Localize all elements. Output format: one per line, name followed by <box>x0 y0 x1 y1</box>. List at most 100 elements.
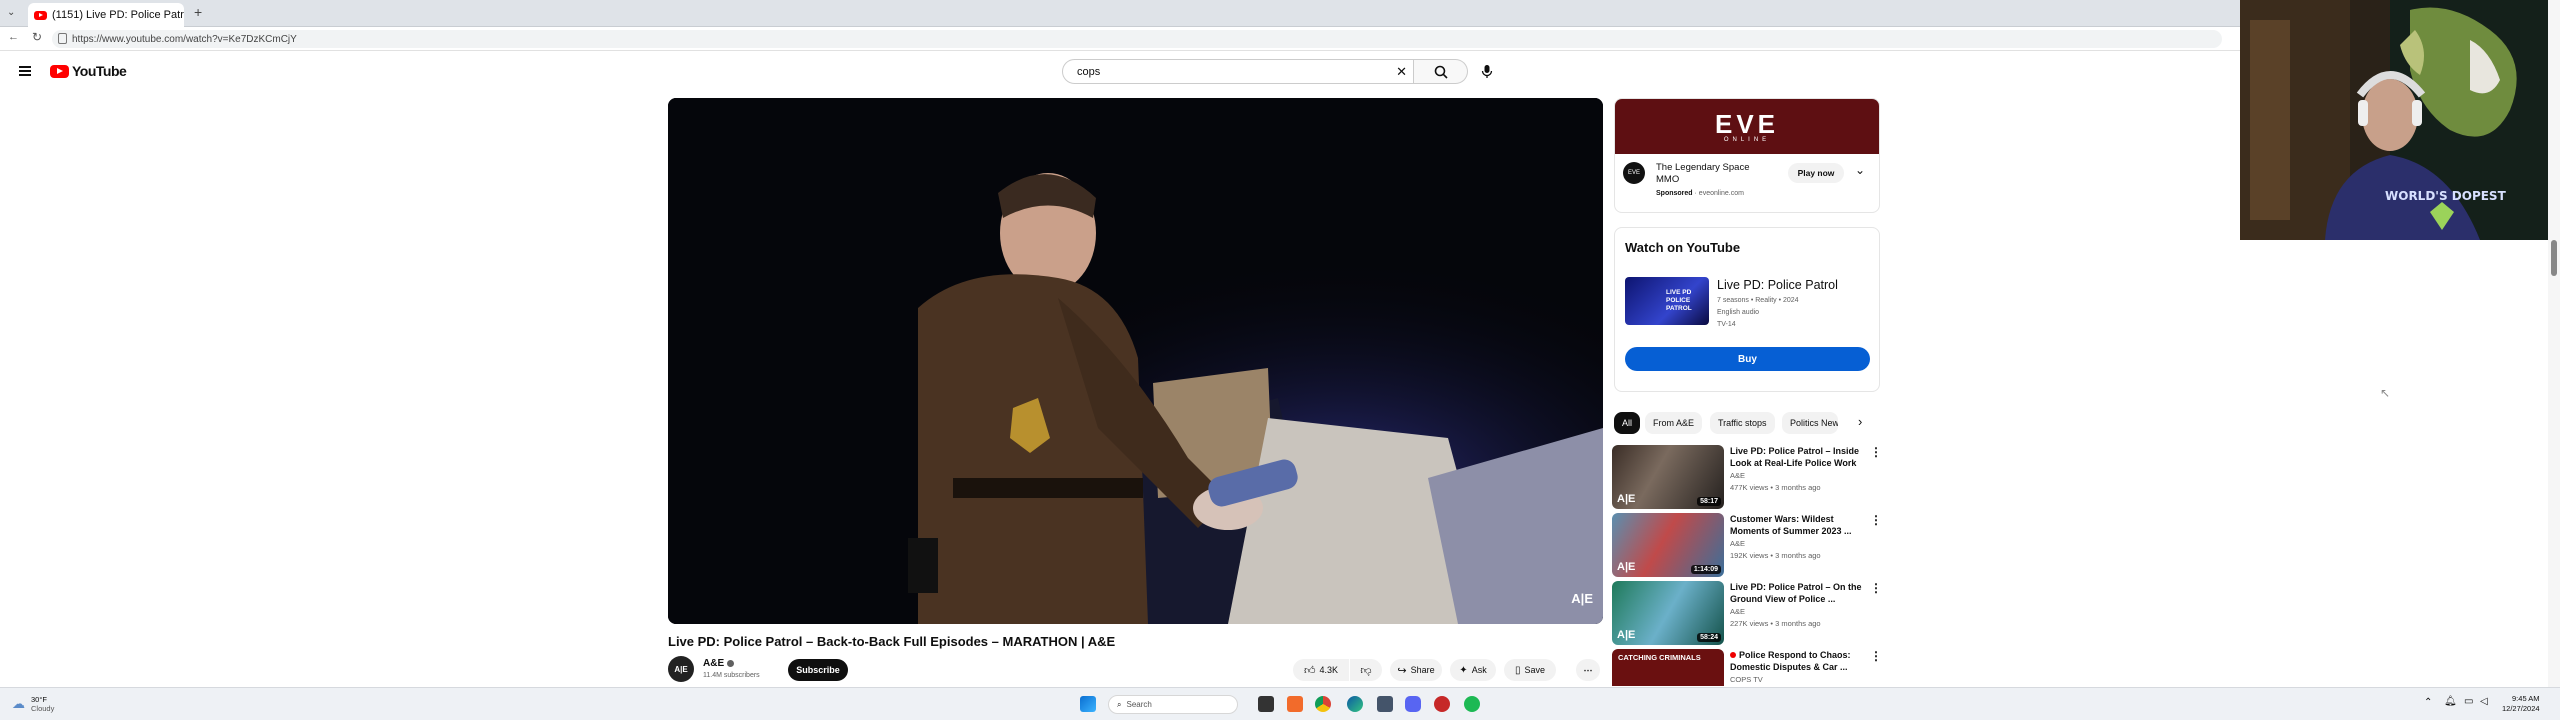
recommendation-channel: COPS TV <box>1730 675 1763 684</box>
recommendation-thumbnail[interactable]: CATCHING CRIMINALS <box>1612 649 1724 686</box>
verified-icon <box>726 659 734 667</box>
weather-widget[interactable]: ☁ 30°F Cloudy <box>12 695 54 713</box>
webcam-image: WORLD'S DOPEST <box>2240 0 2560 240</box>
bookmark-icon: ▯ <box>1514 664 1521 676</box>
video-player[interactable]: A|E <box>668 98 1603 624</box>
menu-icon[interactable] <box>19 66 31 76</box>
video-frame <box>668 98 1603 624</box>
share-button[interactable]: ↪ Share <box>1390 659 1442 681</box>
chip-traffic-stops[interactable]: Traffic stops <box>1710 412 1775 434</box>
channel-name[interactable]: A&E <box>703 658 734 669</box>
search-query: cops <box>1077 65 1101 78</box>
ask-label: Ask <box>1471 665 1487 675</box>
more-vert-icon[interactable]: ⋮ <box>1870 650 1882 662</box>
recommendation-thumbnail[interactable]: A|E 58:17 <box>1612 445 1724 509</box>
taskbar-search[interactable]: ⌕ Search <box>1108 695 1238 714</box>
clear-search-icon[interactable]: ✕ <box>1396 64 1407 80</box>
ask-button[interactable]: ✦ Ask <box>1450 659 1496 681</box>
sponsored-ad[interactable]: EVE ONLINE EVE The Legendary Space MMO S… <box>1614 98 1880 213</box>
windows-taskbar: ☁ 30°F Cloudy ⌕ Search ⌃ 🔔︎ ▭ ◁ 9:45 AM … <box>0 687 2560 720</box>
tab-list-icon[interactable]: ⌄ <box>7 7 15 18</box>
search-input[interactable]: cops ✕ <box>1062 59 1414 84</box>
voice-search-button[interactable] <box>1474 59 1499 84</box>
ad-banner[interactable]: EVE ONLINE <box>1615 99 1879 154</box>
network-icon[interactable]: ▭ <box>2464 696 2473 707</box>
recommendation-meta: 192K views • 3 months ago <box>1730 551 1821 560</box>
recommendation-item[interactable]: A|E 1:14:09 Customer Wars: Wildest Momen… <box>1612 513 1884 579</box>
buy-button[interactable]: Buy <box>1625 347 1870 371</box>
show-audio: English audio <box>1717 309 1760 316</box>
like-button[interactable]: 👍︎ 4.3K <box>1293 659 1349 681</box>
recommendation-meta: 477K views • 3 months ago <box>1730 483 1821 492</box>
save-label: Save <box>1524 665 1546 675</box>
chip-from-ae[interactable]: From A&E <box>1645 412 1703 434</box>
discord-icon[interactable] <box>1405 696 1421 712</box>
chrome-icon[interactable] <box>1315 696 1331 712</box>
show-rating: TV-14 <box>1717 321 1736 328</box>
recommendation-title-text: Police Respond to Chaos: Domestic Disput… <box>1730 650 1851 672</box>
brave-icon[interactable] <box>1287 696 1303 712</box>
tray-overflow-icon[interactable]: ⌃ <box>2424 697 2432 708</box>
url-text: https://www.youtube.com/watch?v=Ke7DzKCm… <box>72 33 297 45</box>
volume-icon[interactable]: ◁ <box>2480 696 2488 707</box>
watch-on-youtube-card: Watch on YouTube LIVE PD POLICE PATROL L… <box>1614 227 1880 392</box>
recommendation-channel: A&E <box>1730 539 1746 548</box>
channel-avatar[interactable]: A|E <box>668 656 694 682</box>
play-now-button[interactable]: Play now <box>1788 163 1844 183</box>
scrollbar-thumb[interactable] <box>2551 240 2557 276</box>
show-thumbnail[interactable]: LIVE PD POLICE PATROL <box>1625 277 1709 325</box>
weather-desc: Cloudy <box>31 704 55 713</box>
browser-tab-active[interactable]: (1151) Live PD: Police Patrol - ✕ <box>28 3 184 27</box>
ad-title: The Legendary Space MMO <box>1656 162 1750 185</box>
page-scrollbar[interactable] <box>2548 0 2560 687</box>
browser-tab-bar: ⌄ (1151) Live PD: Police Patrol - ✕ + <box>0 0 2240 27</box>
notification-icon[interactable]: 🔔︎ <box>2444 696 2457 707</box>
share-icon: ↪ <box>1397 664 1407 677</box>
chip-politics-news[interactable]: Politics News <box>1782 412 1838 434</box>
recommendation-thumbnail[interactable]: A|E 58:24 <box>1612 581 1724 645</box>
chips-next-icon[interactable]: › <box>1858 414 1862 429</box>
webcam-overlay: WORLD'S DOPEST <box>2240 0 2560 240</box>
recommendation-thumbnail[interactable]: A|E 1:14:09 <box>1612 513 1724 577</box>
thumbnail-text: CATCHING CRIMINALS <box>1618 653 1701 662</box>
recommendation-meta: 227K views • 3 months ago <box>1730 619 1821 628</box>
edge-icon[interactable] <box>1347 696 1363 712</box>
back-icon[interactable]: ← <box>8 31 19 43</box>
app-icon[interactable] <box>1434 696 1450 712</box>
thumbnail-logo: A|E <box>1617 493 1636 505</box>
recommendation-item[interactable]: A|E 58:24 Live PD: Police Patrol – On th… <box>1612 581 1884 647</box>
recommendation-title: Customer Wars: Wildest Moments of Summer… <box>1730 514 1852 536</box>
chip-all[interactable]: All <box>1614 412 1641 434</box>
dislike-button[interactable]: 👎︎ <box>1350 659 1382 681</box>
more-vert-icon[interactable]: ⋮ <box>1870 446 1882 458</box>
save-button[interactable]: ▯ Save <box>1504 659 1556 681</box>
site-info-icon[interactable] <box>58 33 67 44</box>
duration-badge: 58:24 <box>1697 633 1721 642</box>
show-title[interactable]: Live PD: Police Patrol <box>1717 278 1838 292</box>
reload-icon[interactable]: ↻ <box>32 30 42 44</box>
recommendation-item[interactable]: A|E 58:17 Live PD: Police Patrol – Insid… <box>1612 445 1884 511</box>
svg-text:WORLD'S DOPEST: WORLD'S DOPEST <box>2385 189 2507 203</box>
start-icon[interactable] <box>1080 696 1096 712</box>
task-view-icon[interactable] <box>1258 696 1274 712</box>
recommendation-item[interactable]: CATCHING CRIMINALS Police Respond to Cha… <box>1612 649 1884 686</box>
ad-expand-icon[interactable]: ⌄ <box>1855 163 1865 177</box>
microphone-icon <box>1481 65 1492 78</box>
more-actions-button[interactable]: ⋯ <box>1576 659 1600 681</box>
mouse-cursor-icon: ↖ <box>2380 386 2391 400</box>
subscribe-button[interactable]: Subscribe <box>788 659 848 681</box>
spotify-icon[interactable] <box>1464 696 1480 712</box>
url-field[interactable]: https://www.youtube.com/watch?v=Ke7DzKCm… <box>52 30 2222 48</box>
cloud-icon: ☁ <box>12 696 25 711</box>
duration-badge: 58:17 <box>1697 497 1721 506</box>
search-icon <box>1434 65 1448 79</box>
calculator-icon[interactable] <box>1377 696 1393 712</box>
more-vert-icon[interactable]: ⋮ <box>1870 582 1882 594</box>
more-vert-icon[interactable]: ⋮ <box>1870 514 1882 526</box>
search-button[interactable] <box>1414 59 1468 84</box>
ad-sponsored-label: Sponsored <box>1656 190 1693 197</box>
thumbnail-logo: A|E <box>1617 561 1636 573</box>
clock[interactable]: 9:45 AM 12/27/2024 <box>2502 694 2540 714</box>
youtube-logo[interactable]: YouTube <box>50 63 127 79</box>
new-tab-icon[interactable]: + <box>194 4 202 20</box>
